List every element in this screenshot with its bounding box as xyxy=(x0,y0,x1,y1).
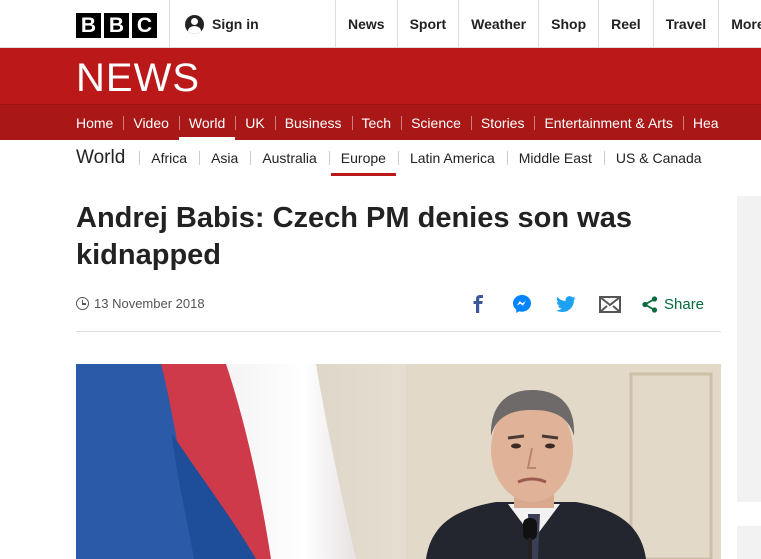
top-nav-sport[interactable]: Sport xyxy=(396,0,459,48)
top-nav-shop[interactable]: Shop xyxy=(538,0,598,48)
main-nav-business[interactable]: Business xyxy=(274,105,352,141)
top-nav-weather[interactable]: Weather xyxy=(458,0,538,48)
bbc-logo-letter: B xyxy=(76,13,101,38)
main-nav-uk[interactable]: UK xyxy=(235,105,274,141)
bbc-logo[interactable]: B B C xyxy=(76,13,157,38)
bbc-logo-letter: B xyxy=(104,13,129,38)
world-nav-europe[interactable]: Europe xyxy=(328,140,398,176)
share-icon xyxy=(642,295,658,313)
article-date: 13 November 2018 xyxy=(76,296,205,311)
bbc-logo-letter: C xyxy=(132,13,157,38)
world-nav-asia[interactable]: Asia xyxy=(199,140,250,176)
article-divider xyxy=(76,331,721,332)
messenger-icon[interactable] xyxy=(510,292,534,316)
sidebar-panel xyxy=(737,196,761,502)
top-nav-news[interactable]: News xyxy=(335,0,397,48)
article-image xyxy=(76,364,721,559)
world-nav-australia[interactable]: Australia xyxy=(250,140,328,176)
top-nav-more[interactable]: More xyxy=(718,0,761,48)
sign-in-link[interactable]: Sign in xyxy=(169,0,335,48)
world-nav: World Africa Asia Australia Europe Latin… xyxy=(0,140,761,176)
main-nav-science[interactable]: Science xyxy=(401,105,471,141)
sidebar-panel xyxy=(737,526,761,559)
share-label: Share xyxy=(664,295,705,313)
article-headline: Andrej Babis: Czech PM denies son was ki… xyxy=(76,202,632,271)
world-nav-latin-america[interactable]: Latin America xyxy=(397,140,507,176)
main-nav-entertainment-arts[interactable]: Entertainment & Arts xyxy=(534,105,682,141)
top-nav-travel[interactable]: Travel xyxy=(652,0,718,48)
share-button[interactable]: Share xyxy=(642,296,704,313)
main-nav-home[interactable]: Home xyxy=(66,105,123,141)
email-icon[interactable] xyxy=(598,292,622,316)
news-banner: NEWS Home Video World UK Business Tech S… xyxy=(0,48,761,141)
world-nav-africa[interactable]: Africa xyxy=(139,140,199,176)
main-nav-health[interactable]: Hea xyxy=(682,105,729,141)
main-nav-video[interactable]: Video xyxy=(123,105,179,141)
article-date-text: 13 November 2018 xyxy=(94,296,205,311)
main-nav: Home Video World UK Business Tech Scienc… xyxy=(0,104,761,141)
world-section-title[interactable]: World xyxy=(76,147,139,169)
share-tools: Share xyxy=(466,292,704,316)
clock-icon xyxy=(76,297,89,310)
twitter-icon[interactable] xyxy=(554,292,578,316)
sign-in-label: Sign in xyxy=(212,16,259,32)
main-nav-world[interactable]: World xyxy=(178,105,236,141)
facebook-icon[interactable] xyxy=(466,292,490,316)
masthead: B B C Sign in News Sport Weather Shop Re… xyxy=(0,0,761,48)
world-nav-us-canada[interactable]: US & Canada xyxy=(603,140,714,176)
news-title[interactable]: NEWS xyxy=(76,56,200,101)
main-nav-stories[interactable]: Stories xyxy=(470,105,535,141)
world-nav-middle-east[interactable]: Middle East xyxy=(506,140,604,176)
main-nav-tech[interactable]: Tech xyxy=(351,105,402,141)
top-nav: News Sport Weather Shop Reel Travel More xyxy=(335,0,761,48)
user-icon xyxy=(185,14,204,34)
top-nav-reel[interactable]: Reel xyxy=(598,0,653,48)
